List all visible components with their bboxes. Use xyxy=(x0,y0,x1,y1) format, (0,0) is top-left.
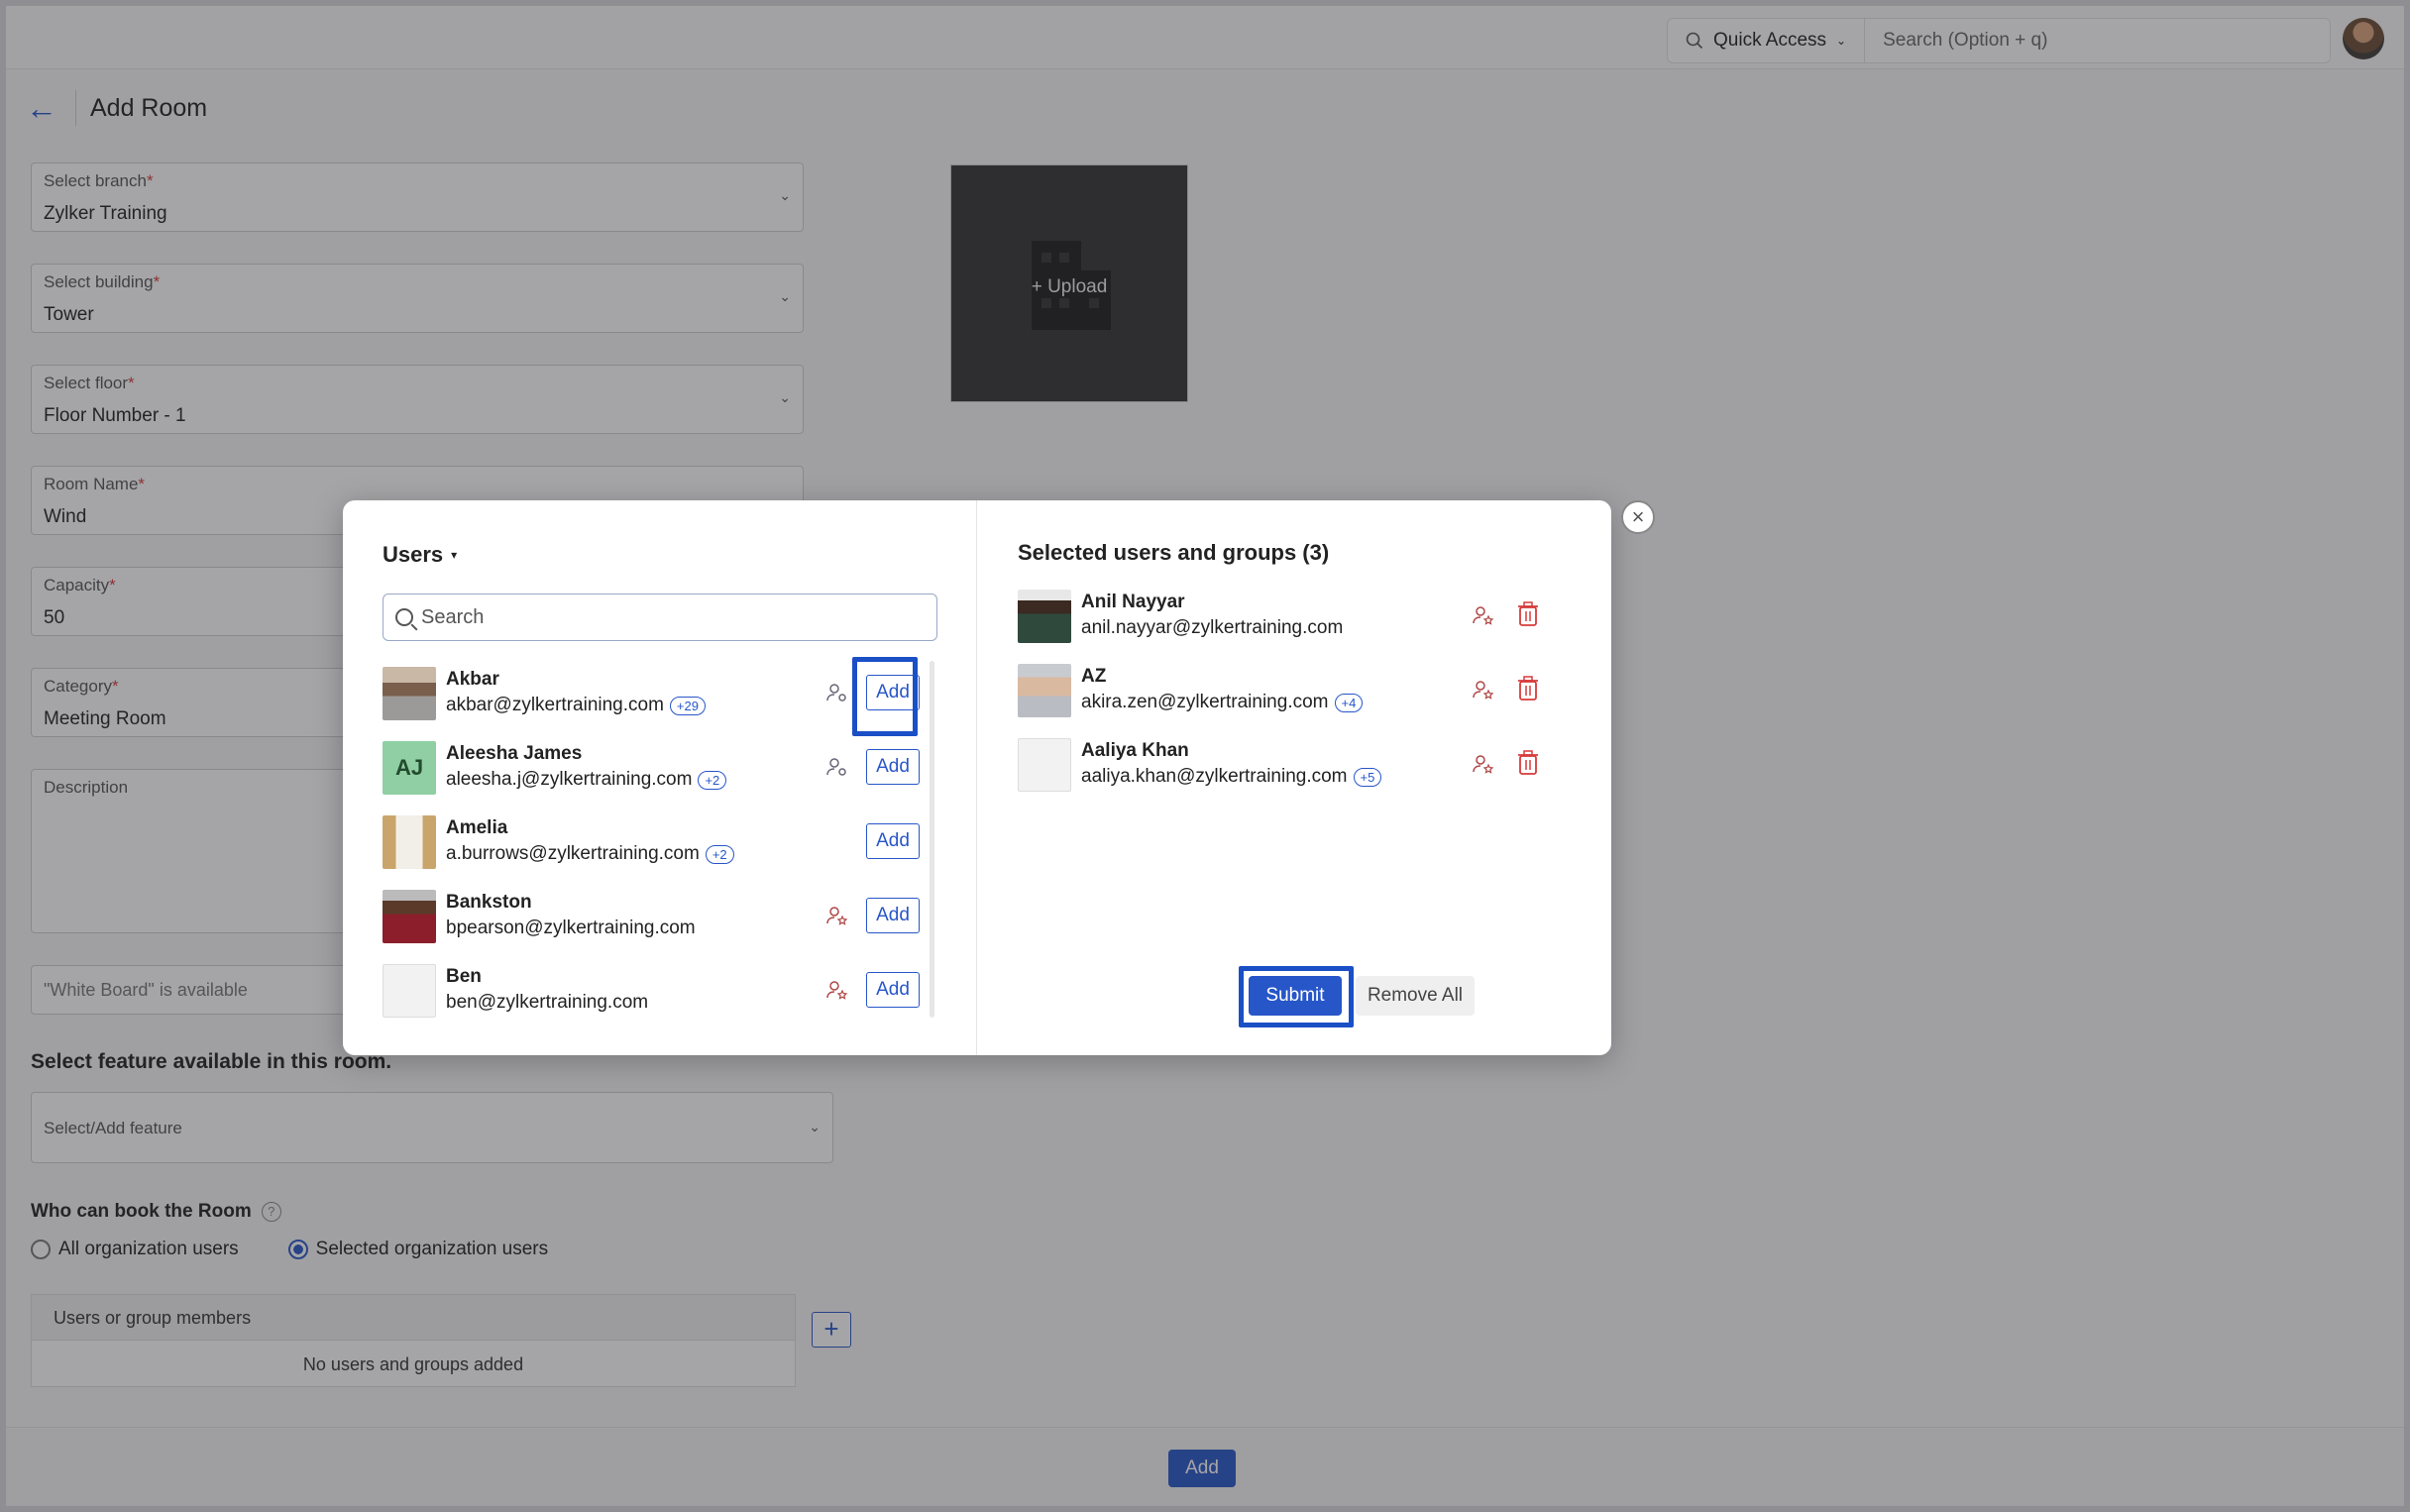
selected-title: Selected users and groups (3) xyxy=(1018,540,1330,565)
avatar xyxy=(1018,590,1071,643)
user-email: a.burrows@zylkertraining.com xyxy=(446,843,700,864)
list-item: AJ Aleesha James aleesha.j@zylkertrainin… xyxy=(383,735,937,810)
user-email-line: a.burrows@zylkertraining.com +2 xyxy=(446,843,734,865)
selected-email-line: akira.zen@zylkertraining.com +4 xyxy=(1081,692,1364,713)
user-email: aleesha.j@zylkertraining.com xyxy=(446,769,693,790)
user-star-icon[interactable] xyxy=(1472,678,1495,702)
remove-all-button[interactable]: Remove All xyxy=(1356,976,1475,1016)
user-star-icon[interactable] xyxy=(825,904,849,927)
user-star-icon[interactable] xyxy=(825,978,849,1002)
highlight-box xyxy=(1239,966,1354,1027)
user-email: ben@zylkertraining.com xyxy=(446,992,649,1013)
user-name: Aleesha James xyxy=(446,743,583,764)
users-dropdown-label: Users xyxy=(383,542,444,567)
user-search-box xyxy=(383,594,937,641)
user-email-line: ben@zylkertraining.com xyxy=(446,992,648,1014)
users-type-dropdown[interactable]: Users ▾ xyxy=(383,542,457,568)
user-gear-icon[interactable] xyxy=(825,755,849,779)
users-pane: Users ▾ Akbar akbar@zylkertraining.com +2… xyxy=(343,500,977,1055)
list-item: Amelia a.burrows@zylkertraining.com +2 Ad… xyxy=(383,810,937,884)
selected-email: aaliya.khan@zylkertraining.com xyxy=(1081,766,1348,787)
selected-name: Anil Nayyar xyxy=(1081,592,1185,612)
selected-pane: Selected users and groups (3) Anil Nayya… xyxy=(978,500,1611,1055)
selected-email-line: aaliya.khan@zylkertraining.com +5 xyxy=(1081,766,1382,788)
trash-icon[interactable] xyxy=(1517,676,1539,702)
user-star-icon[interactable] xyxy=(1472,752,1495,776)
avatar xyxy=(383,964,436,1018)
group-count-badge: +4 xyxy=(1334,693,1364,712)
user-picker-modal: Users ▾ Akbar akbar@zylkertraining.com +2… xyxy=(343,500,1611,1055)
user-search-input[interactable] xyxy=(421,605,917,629)
selected-email: anil.nayyar@zylkertraining.com xyxy=(1081,617,1344,638)
list-item: Ben ben@zylkertraining.com Add xyxy=(383,958,937,1018)
selected-name: Aaliya Khan xyxy=(1081,740,1189,761)
add-user-button[interactable]: Add xyxy=(866,749,920,785)
search-icon xyxy=(395,608,413,626)
user-name: Akbar xyxy=(446,669,499,690)
group-count-badge: +5 xyxy=(1353,767,1382,787)
trash-icon[interactable] xyxy=(1517,601,1539,627)
group-count-badge: +2 xyxy=(698,770,727,790)
selected-email: akira.zen@zylkertraining.com xyxy=(1081,692,1329,712)
user-gear-icon[interactable] xyxy=(825,681,849,704)
close-icon[interactable]: × xyxy=(1621,500,1655,534)
avatar xyxy=(383,815,436,869)
user-name: Bankston xyxy=(446,892,532,913)
group-count-badge: +2 xyxy=(705,844,734,864)
add-user-button[interactable]: Add xyxy=(866,972,920,1008)
avatar: AJ xyxy=(383,741,436,795)
list-item: AZ akira.zen@zylkertraining.com +4 xyxy=(1018,664,1573,723)
selected-name: AZ xyxy=(1081,666,1107,687)
trash-icon[interactable] xyxy=(1517,750,1539,776)
avatar xyxy=(383,667,436,720)
user-email-line: bpearson@zylkertraining.com xyxy=(446,918,696,939)
list-item: Bankston bpearson@zylkertraining.com Add xyxy=(383,884,937,958)
user-email-line: aleesha.j@zylkertraining.com +2 xyxy=(446,769,727,791)
avatar-initials: AJ xyxy=(394,755,424,780)
selected-email-line: anil.nayyar@zylkertraining.com xyxy=(1081,617,1343,639)
add-user-button[interactable]: Add xyxy=(866,898,920,933)
chevron-down-icon: ▾ xyxy=(451,548,458,562)
list-item: Aaliya Khan aaliya.khan@zylkertraining.c… xyxy=(1018,738,1573,798)
list-item: Anil Nayyar anil.nayyar@zylkertraining.c… xyxy=(1018,590,1573,649)
user-name: Ben xyxy=(446,966,482,987)
user-list-scrollbar[interactable] xyxy=(930,661,934,1018)
user-star-icon[interactable] xyxy=(1472,603,1495,627)
user-name: Amelia xyxy=(446,817,508,838)
highlight-box xyxy=(852,657,918,736)
avatar xyxy=(1018,664,1071,717)
user-email-line: akbar@zylkertraining.com +29 xyxy=(446,695,706,716)
user-email: akbar@zylkertraining.com xyxy=(446,695,664,715)
user-email: bpearson@zylkertraining.com xyxy=(446,918,696,938)
avatar xyxy=(383,890,436,943)
add-user-button[interactable]: Add xyxy=(866,823,920,859)
avatar xyxy=(1018,738,1071,792)
group-count-badge: +29 xyxy=(669,696,706,715)
